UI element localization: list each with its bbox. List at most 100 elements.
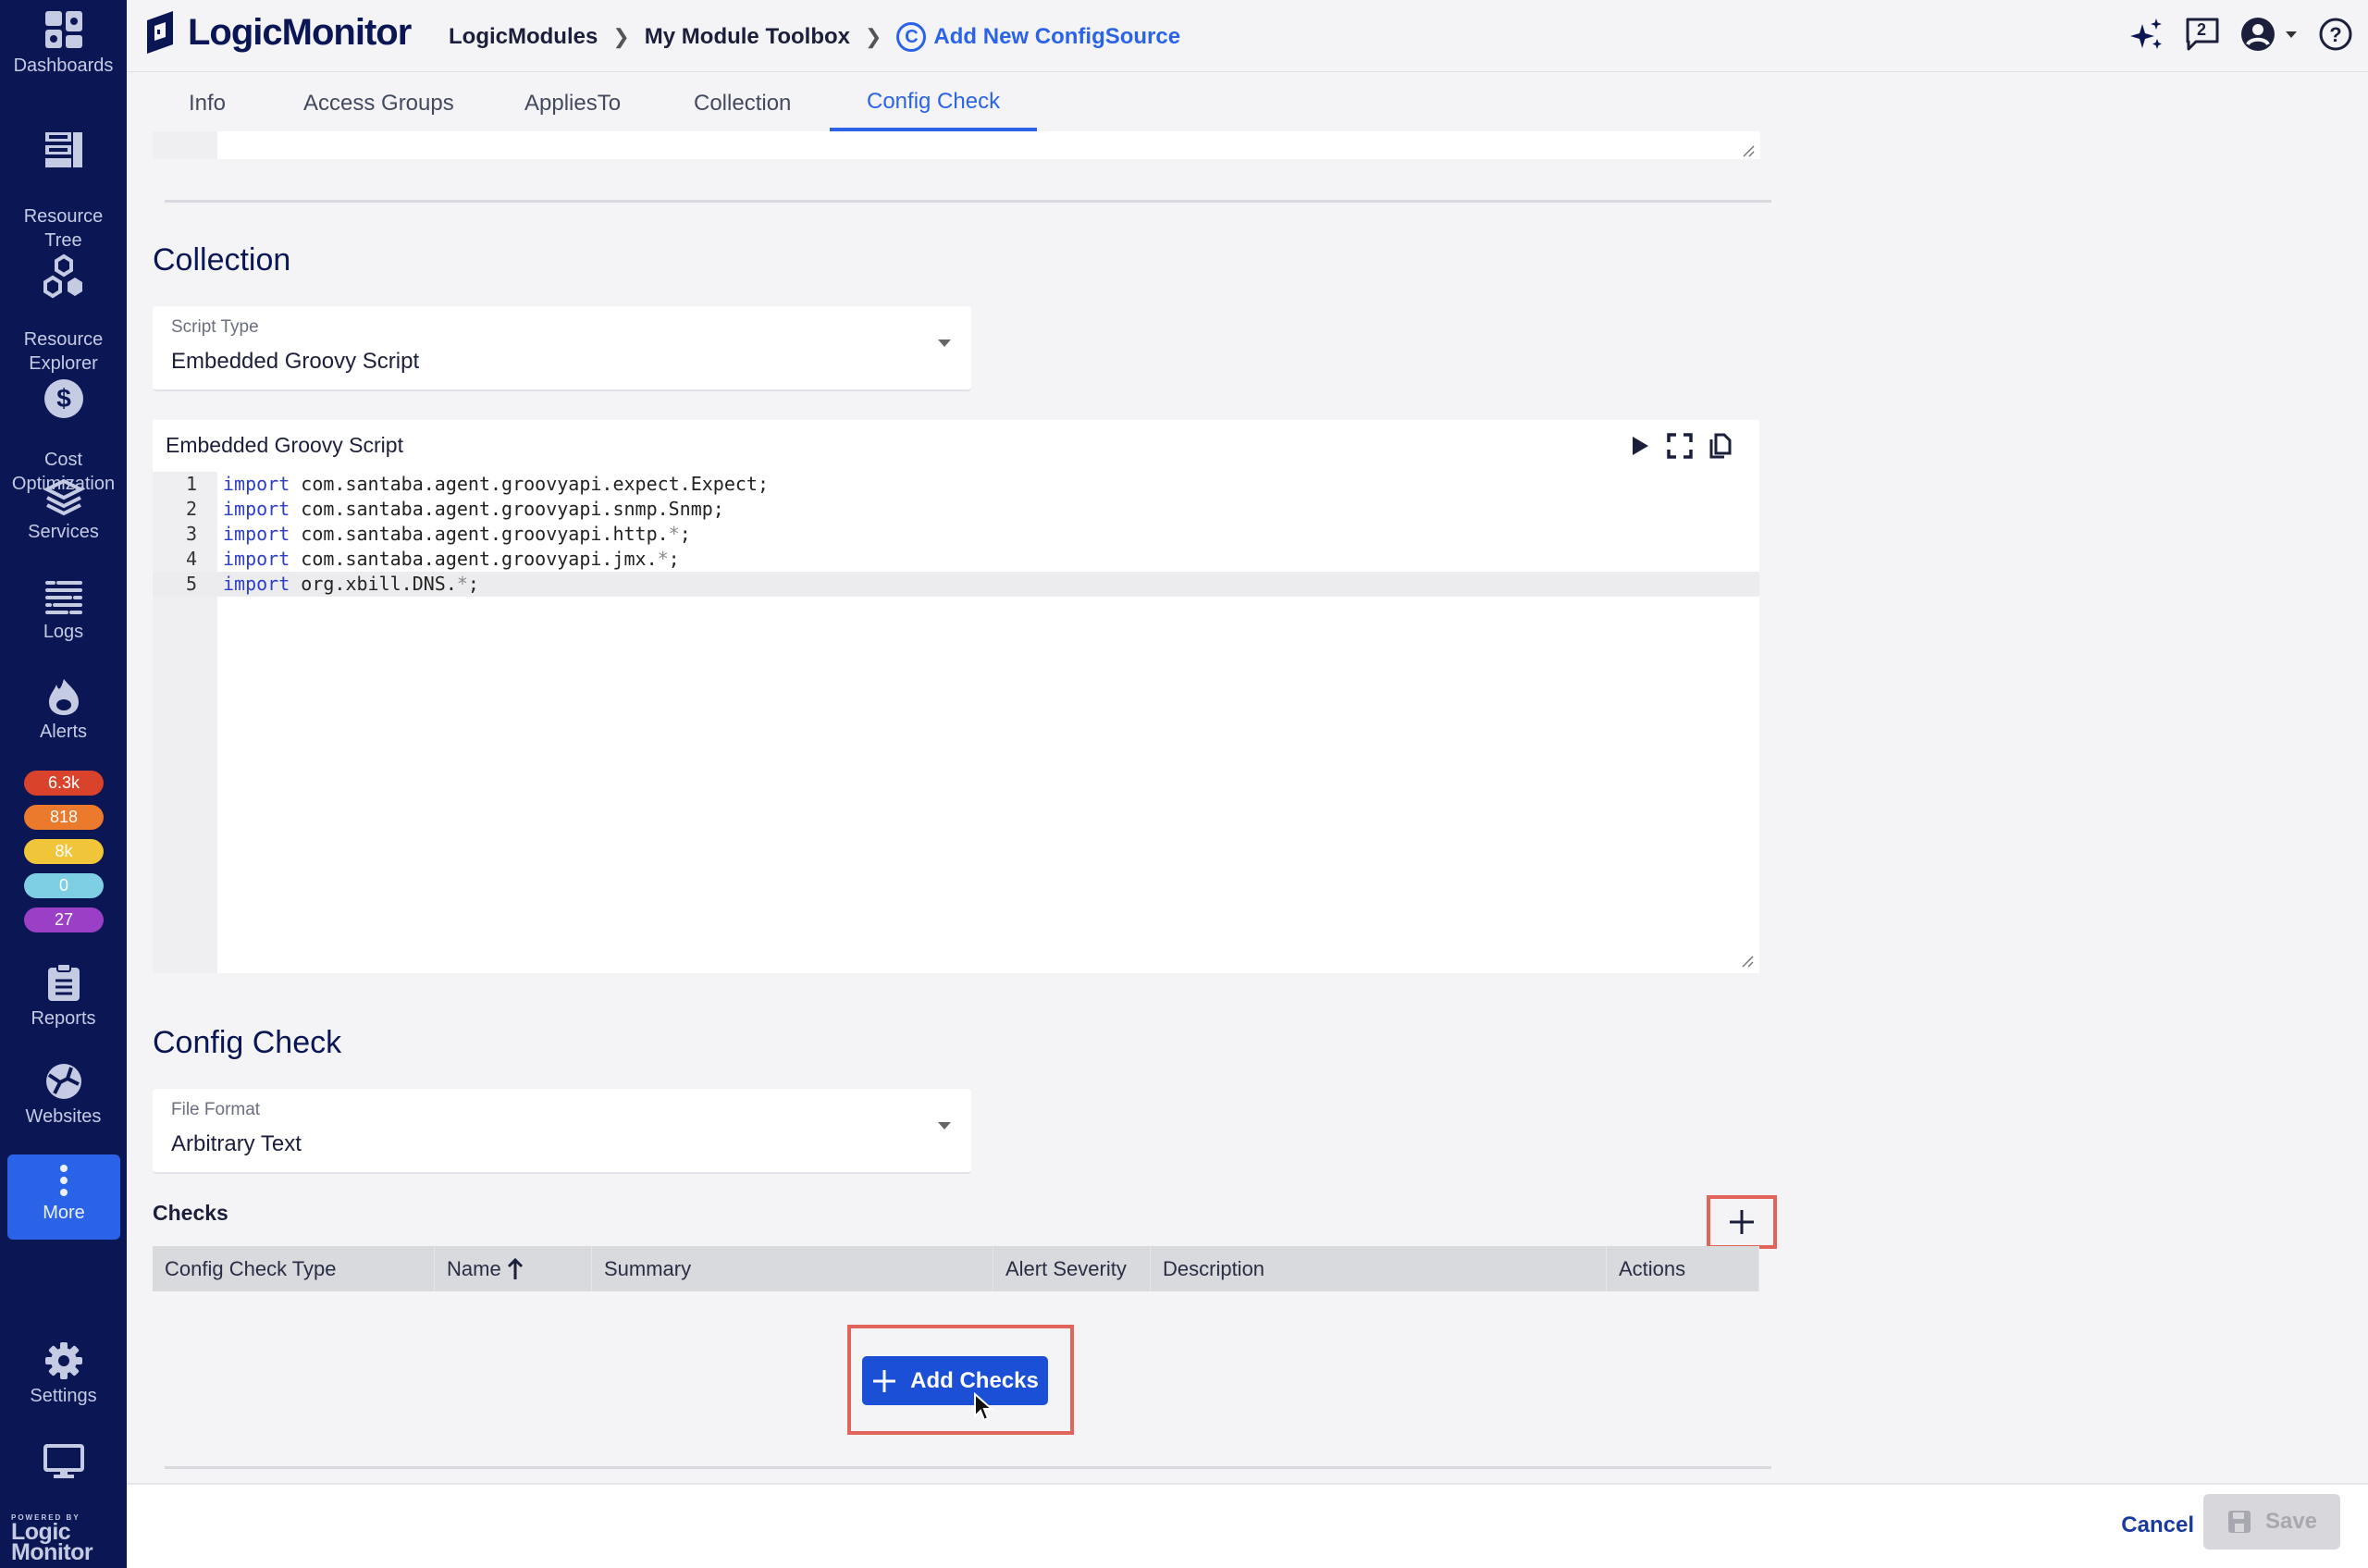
fullscreen-icon[interactable] bbox=[1667, 433, 1693, 459]
ai-sparkle-icon[interactable] bbox=[2129, 17, 2164, 52]
user-avatar-icon bbox=[2241, 18, 2275, 51]
column-description[interactable]: Description bbox=[1151, 1246, 1607, 1291]
alert-badge-info[interactable]: 0 bbox=[24, 873, 104, 898]
sidebar-item-settings[interactable]: Settings bbox=[0, 1341, 127, 1408]
config-check-heading: Config Check bbox=[153, 1025, 342, 1060]
tab-config-check[interactable]: Config Check bbox=[830, 72, 1038, 131]
sidebar-item-alerts[interactable]: Alerts bbox=[0, 677, 127, 744]
user-menu[interactable] bbox=[2240, 17, 2298, 52]
display-toggle[interactable] bbox=[0, 1443, 127, 1484]
sidebar-item-label: Reports bbox=[31, 1008, 96, 1029]
resize-handle-icon[interactable] bbox=[1740, 142, 1755, 157]
file-format-label: File Format bbox=[171, 1100, 261, 1119]
configsource-icon: C bbox=[896, 22, 927, 52]
code-line: 2 import com.santaba.agent.groovyapi.snmp… bbox=[185, 498, 724, 520]
logs-icon bbox=[44, 581, 82, 614]
dashboards-icon bbox=[44, 11, 82, 48]
top-header: LogicMonitor LogicModules ❯ My Module To… bbox=[127, 0, 2368, 72]
code-editor[interactable]: Embedded Groovy Script 1 import com.santa… bbox=[153, 420, 1759, 973]
tab-appliesto[interactable]: AppliesTo bbox=[487, 72, 658, 131]
breadcrumb-current: C Add New ConfigSource bbox=[896, 22, 1180, 52]
script-type-value: Embedded Groovy Script bbox=[171, 349, 420, 374]
code-line-current: 5 import org.xbill.DNS.*; bbox=[153, 572, 1759, 597]
powered-by-logo: POWERED BY Logic Monitor bbox=[11, 1513, 93, 1565]
previous-textarea[interactable] bbox=[153, 131, 1760, 159]
add-check-plus-button[interactable] bbox=[1707, 1195, 1777, 1249]
sidebar: Dashboards Resource Tree Resource Explor… bbox=[0, 0, 127, 1568]
services-icon bbox=[43, 479, 84, 516]
sidebar-item-dashboards[interactable]: Dashboards bbox=[0, 9, 127, 78]
sidebar-item-services[interactable]: Services bbox=[0, 479, 127, 544]
tab-collection[interactable]: Collection bbox=[657, 72, 828, 131]
plus-icon bbox=[873, 1369, 896, 1392]
breadcrumb: LogicModules ❯ My Module Toolbox ❯ C Add… bbox=[449, 22, 1180, 52]
save-button[interactable]: Save bbox=[2203, 1494, 2340, 1549]
sidebar-item-logs[interactable]: Logs bbox=[0, 579, 127, 644]
cancel-button[interactable]: Cancel bbox=[2121, 1512, 2194, 1538]
gear-icon bbox=[44, 1342, 82, 1379]
editor-toolbar bbox=[1630, 433, 1732, 459]
caret-down-icon bbox=[938, 340, 951, 347]
tab-bar: Info Access Groups AppliesTo Collection … bbox=[127, 72, 2368, 131]
alert-badge-critical[interactable]: 6.3k bbox=[24, 771, 104, 796]
sidebar-item-reports[interactable]: Reports bbox=[0, 962, 127, 1031]
sidebar-item-label: Settings bbox=[30, 1386, 97, 1406]
sidebar-item-label: More bbox=[43, 1203, 85, 1223]
column-config-check-type[interactable]: Config Check Type bbox=[153, 1246, 435, 1291]
code-content[interactable]: 1 import com.santaba.agent.groovyapi.expe… bbox=[153, 472, 1759, 597]
messages-count: 2 bbox=[2197, 20, 2207, 39]
svg-text:?: ? bbox=[2329, 23, 2341, 46]
help-icon[interactable]: ? bbox=[2318, 17, 2353, 52]
copy-icon[interactable] bbox=[1709, 433, 1732, 459]
tab-info[interactable]: Info bbox=[152, 72, 263, 131]
file-format-select[interactable]: File Format Arbitrary Text bbox=[153, 1089, 971, 1174]
resize-handle-icon[interactable] bbox=[1739, 953, 1754, 968]
sidebar-item-more[interactable]: More bbox=[7, 1154, 120, 1240]
column-alert-severity[interactable]: Alert Severity bbox=[993, 1246, 1151, 1291]
messages-button[interactable]: 2 bbox=[2185, 17, 2220, 52]
column-name[interactable]: Name bbox=[435, 1246, 592, 1291]
column-summary[interactable]: Summary bbox=[592, 1246, 993, 1291]
save-icon bbox=[2227, 1511, 2251, 1533]
code-line: 3 import com.santaba.agent.groovyapi.http… bbox=[185, 523, 691, 545]
reports-icon bbox=[47, 963, 80, 1001]
add-checks-button[interactable]: Add Checks bbox=[862, 1356, 1048, 1405]
alert-badge-other[interactable]: 27 bbox=[24, 907, 104, 932]
section-divider bbox=[165, 200, 1771, 203]
cost-icon: $ bbox=[43, 379, 83, 418]
editor-title: Embedded Groovy Script bbox=[166, 433, 403, 457]
alert-badge-error[interactable]: 818 bbox=[24, 805, 104, 830]
sidebar-item-label: Logs bbox=[43, 622, 84, 642]
code-line: 4 import com.santaba.agent.groovyapi.jmx.… bbox=[185, 548, 680, 570]
mouse-cursor-icon bbox=[974, 1392, 993, 1422]
script-type-select[interactable]: Script Type Embedded Groovy Script bbox=[153, 306, 971, 391]
sidebar-item-websites[interactable]: Websites bbox=[0, 1062, 127, 1129]
script-type-label: Script Type bbox=[171, 317, 259, 337]
alerts-icon bbox=[48, 679, 79, 715]
section-divider bbox=[165, 1466, 1771, 1469]
caret-down-icon bbox=[2286, 31, 2297, 38]
resource-tree-icon bbox=[44, 132, 82, 167]
svg-text:$: $ bbox=[56, 384, 71, 413]
header-actions: 2 ? bbox=[2129, 17, 2353, 52]
tab-access-groups[interactable]: Access Groups bbox=[266, 72, 491, 131]
logicmonitor-logo[interactable]: LogicMonitor bbox=[140, 9, 412, 56]
breadcrumb-logicmodules[interactable]: LogicModules bbox=[449, 24, 598, 50]
alert-badge-warning[interactable]: 8k bbox=[24, 839, 104, 864]
more-icon bbox=[60, 1165, 68, 1196]
sidebar-item-cost-optimization[interactable]: $ Cost Optimization bbox=[0, 353, 127, 496]
sidebar-item-label: Services bbox=[28, 522, 99, 542]
caret-down-icon bbox=[938, 1122, 951, 1130]
breadcrumb-my-module-toolbox[interactable]: My Module Toolbox bbox=[645, 24, 850, 50]
column-actions: Actions bbox=[1607, 1246, 1759, 1291]
sort-ascending-icon bbox=[507, 1257, 523, 1279]
chevron-right-icon: ❯ bbox=[864, 25, 882, 48]
checks-label: Checks bbox=[153, 1201, 228, 1225]
run-icon[interactable] bbox=[1630, 435, 1650, 457]
footer-bar: Cancel Save bbox=[127, 1483, 2368, 1568]
checks-table-header: Config Check Type Name Summary Alert Sev… bbox=[153, 1246, 1759, 1291]
websites-icon bbox=[45, 1064, 81, 1099]
plus-icon bbox=[1730, 1210, 1754, 1234]
file-format-value: Arbitrary Text bbox=[171, 1131, 302, 1156]
resource-explorer-icon bbox=[43, 253, 82, 299]
